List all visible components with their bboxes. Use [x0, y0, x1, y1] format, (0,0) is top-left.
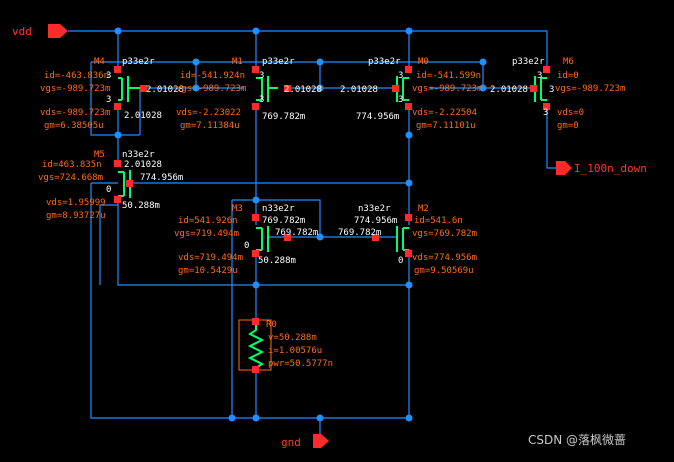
svg-text:R0: R0 [266, 320, 277, 330]
svg-text:M0: M0 [418, 57, 429, 67]
gnd-pin[interactable]: gnd [281, 434, 329, 449]
m6-annotations: p33e2r M6 id=0 vgs=-989.723m 3 3 3 2.010… [490, 57, 625, 131]
svg-text:i=1.00576u: i=1.00576u [268, 346, 322, 356]
svg-text:gm=8.93727u: gm=8.93727u [46, 211, 106, 221]
out-pin[interactable]: I_100n_down [556, 161, 647, 175]
svg-text:vds=-2.22504: vds=-2.22504 [412, 108, 477, 118]
svg-text:id=541.6n: id=541.6n [414, 216, 463, 226]
schematic-canvas[interactable]: vdd gnd I_100n_down M4 p33e2r id=-463.83… [0, 0, 674, 462]
transistor-m3-symbol [256, 226, 269, 252]
svg-text:0: 0 [398, 256, 403, 266]
svg-text:v=50.288m: v=50.288m [268, 333, 317, 343]
svg-text:vgs=-989.723m: vgs=-989.723m [412, 84, 482, 94]
svg-text:3: 3 [543, 108, 548, 118]
svg-text:gm=10.5429u: gm=10.5429u [178, 266, 238, 276]
svg-text:gm=0: gm=0 [557, 121, 579, 131]
m5-annotations: M5 n33e2r id=463.835n 2.01028 vgs=724.66… [38, 150, 183, 221]
resistor-r0-symbol [247, 325, 265, 369]
svg-text:0: 0 [244, 241, 249, 251]
svg-text:3: 3 [106, 95, 111, 105]
watermark-text: CSDN @落枫微蔷 [528, 432, 626, 447]
svg-text:id=-463.836n: id=-463.836n [44, 71, 109, 81]
svg-text:3: 3 [259, 95, 264, 105]
transistor-m4-symbol [118, 76, 140, 102]
svg-text:774.956m: 774.956m [356, 112, 399, 122]
svg-text:vds=-2.23022: vds=-2.23022 [176, 108, 241, 118]
svg-text:769.782m: 769.782m [262, 216, 305, 226]
svg-text:M4: M4 [94, 57, 105, 67]
svg-text:M6: M6 [563, 57, 574, 67]
svg-text:id=-541.924n: id=-541.924n [180, 71, 245, 81]
svg-text:p33e2r: p33e2r [512, 57, 545, 67]
svg-text:3: 3 [549, 85, 554, 95]
transistor-m2-symbol [396, 226, 409, 252]
svg-text:M2: M2 [418, 204, 429, 214]
svg-text:n33e2r: n33e2r [262, 204, 295, 214]
svg-text:2.01028: 2.01028 [490, 85, 528, 95]
vdd-pin-label: vdd [12, 25, 32, 38]
svg-text:id=463.835n: id=463.835n [42, 160, 102, 170]
svg-text:gm=7.11384u: gm=7.11384u [180, 121, 240, 131]
gnd-pin-label: gnd [281, 436, 301, 449]
svg-text:2.01028: 2.01028 [284, 85, 322, 95]
svg-text:n33e2r: n33e2r [122, 150, 155, 160]
svg-text:3: 3 [398, 95, 403, 105]
svg-text:vgs=-989.723m: vgs=-989.723m [176, 84, 246, 94]
svg-text:p33e2r: p33e2r [368, 57, 401, 67]
svg-text:gm=6.38505u: gm=6.38505u [44, 121, 104, 131]
svg-text:gm=9.50569u: gm=9.50569u [414, 266, 474, 276]
svg-text:M3: M3 [232, 204, 243, 214]
out-pin-label: I_100n_down [574, 162, 647, 175]
svg-text:vgs=-989.723m: vgs=-989.723m [40, 84, 110, 94]
svg-text:vds=1.95999: vds=1.95999 [46, 198, 106, 208]
svg-text:id=0: id=0 [557, 71, 579, 81]
m4-annotations: M4 p33e2r id=-463.836n vgs=-989.723m 3 3… [40, 57, 184, 131]
svg-text:vds=774.956m: vds=774.956m [412, 253, 477, 263]
svg-text:2.01028: 2.01028 [124, 160, 162, 170]
svg-text:vgs=719.494m: vgs=719.494m [174, 229, 239, 239]
svg-text:id=541.926n: id=541.926n [178, 216, 238, 226]
svg-text:vds=-989.723m: vds=-989.723m [40, 108, 110, 118]
svg-text:774.956m: 774.956m [140, 173, 183, 183]
svg-text:p33e2r: p33e2r [262, 57, 295, 67]
vdd-pin[interactable]: vdd [12, 24, 68, 38]
svg-text:vgs=-989.723m: vgs=-989.723m [555, 84, 625, 94]
svg-text:2.01028: 2.01028 [124, 111, 162, 121]
svg-text:2.01028: 2.01028 [340, 85, 378, 95]
svg-text:id=-541.599n: id=-541.599n [416, 71, 481, 81]
svg-text:769.782m: 769.782m [275, 228, 318, 238]
svg-text:pwr=50.5777n: pwr=50.5777n [268, 359, 333, 369]
svg-text:p33e2r: p33e2r [122, 57, 155, 67]
svg-text:M5: M5 [94, 150, 105, 160]
svg-text:n33e2r: n33e2r [358, 204, 391, 214]
m3-annotations: M3 n33e2r id=541.926n 769.782m vgs=719.4… [174, 204, 318, 276]
m1-annotations: M1 p33e2r id=-541.924n vgs=-989.723m 3 3… [176, 57, 322, 131]
svg-text:vgs=724.668m: vgs=724.668m [38, 173, 103, 183]
svg-text:vds=719.494m: vds=719.494m [178, 253, 243, 263]
svg-text:3: 3 [398, 71, 403, 81]
svg-text:3: 3 [259, 71, 264, 81]
svg-text:M1: M1 [232, 57, 243, 67]
svg-text:3: 3 [106, 71, 111, 81]
svg-text:gm=7.11101u: gm=7.11101u [416, 121, 476, 131]
svg-text:774.956m: 774.956m [354, 216, 397, 226]
svg-text:vgs=769.782m: vgs=769.782m [412, 229, 477, 239]
svg-text:3: 3 [537, 71, 542, 81]
svg-text:769.782m: 769.782m [338, 228, 381, 238]
svg-text:50.288m: 50.288m [122, 201, 160, 211]
svg-text:vds=0: vds=0 [557, 108, 584, 118]
svg-text:769.782m: 769.782m [262, 112, 305, 122]
r0-annotations: R0 v=50.288m i=1.00576u pwr=50.5777n [266, 320, 333, 369]
svg-text:50.288m: 50.288m [258, 256, 296, 266]
svg-text:0: 0 [106, 185, 111, 195]
